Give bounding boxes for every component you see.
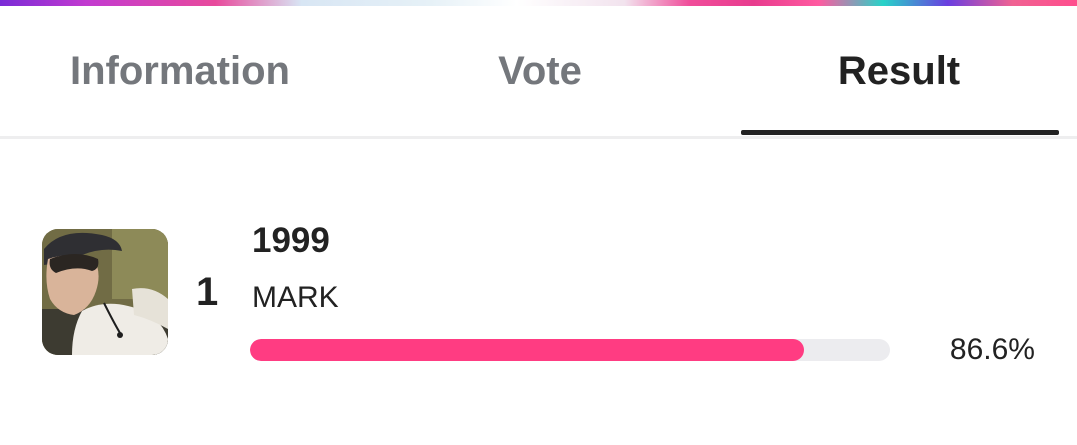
active-tab-indicator [741,130,1059,135]
song-title: 1999 [252,221,330,260]
vote-progress-fill [250,339,805,361]
tab-result[interactable]: Result [740,6,1058,136]
tab-bar: Information Vote Result [0,6,1077,136]
tab-bar-divider [0,136,1077,139]
artist-thumbnail [42,229,168,355]
artist-name: MARK [252,281,339,314]
vote-percentage: 86.6% [949,333,1035,366]
rank-number: 1 [196,270,219,314]
vote-progress-track [250,339,890,361]
tab-vote[interactable]: Vote [360,6,720,136]
tab-information[interactable]: Information [0,6,360,136]
